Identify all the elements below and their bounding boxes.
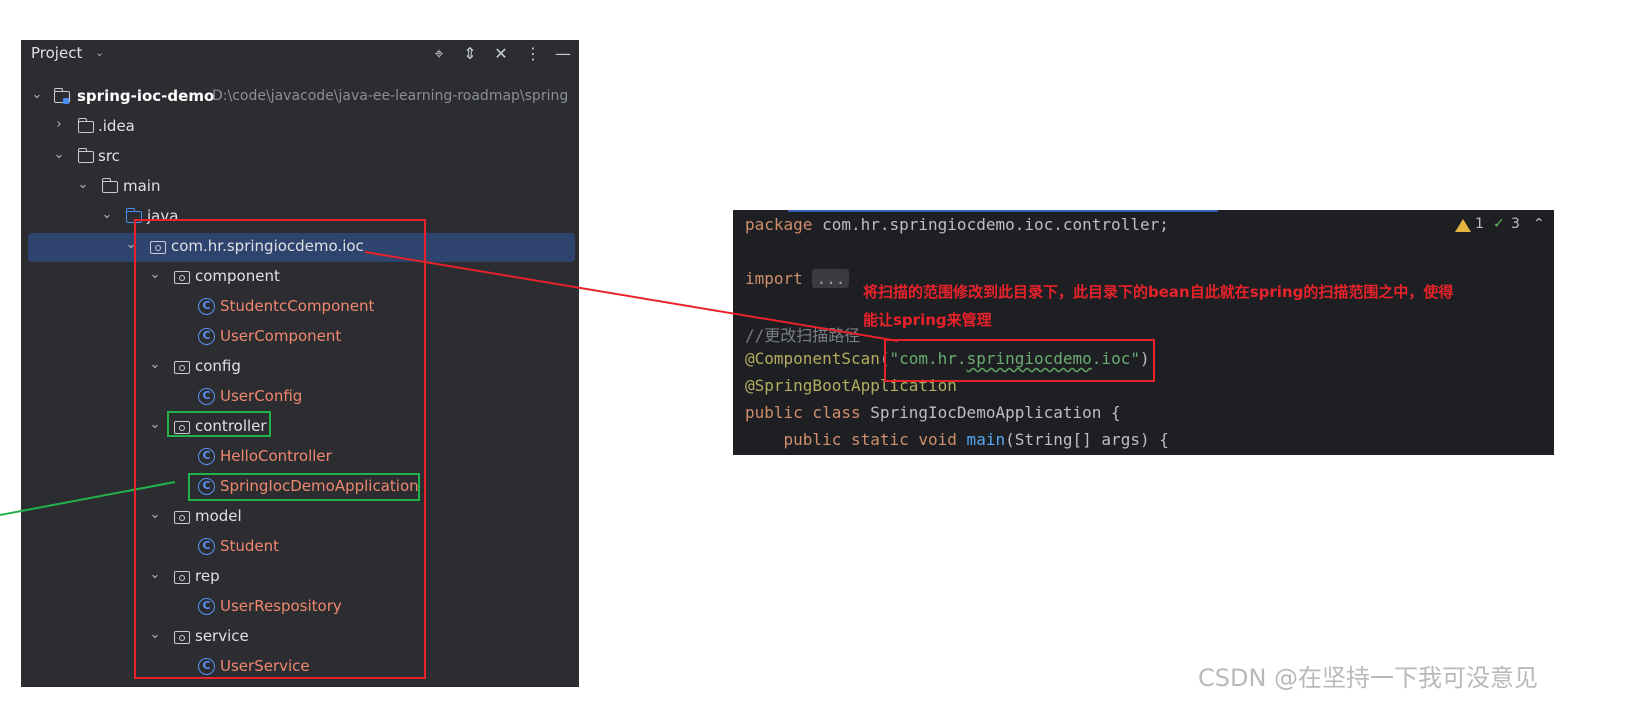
annotation-line-1: 将扫描的范围修改到此目录下，此目录下的bean自此就在spring的扫描范围之中…: [863, 283, 1454, 301]
red-arrow-line: [364, 251, 899, 342]
red-highlight-package: [134, 219, 426, 679]
watermark: CSDN @在坚持一下我可没意见: [1198, 664, 1539, 692]
green-highlight-app-class: [188, 473, 420, 501]
red-highlight-scan-path: [884, 339, 1155, 382]
green-highlight-controller: [167, 411, 271, 437]
annotation-line-2: 能让spring来管理: [863, 311, 992, 329]
annotation-note: 将扫描的范围修改到此目录下，此目录下的bean自此就在spring的扫描范围之中…: [863, 278, 1453, 334]
